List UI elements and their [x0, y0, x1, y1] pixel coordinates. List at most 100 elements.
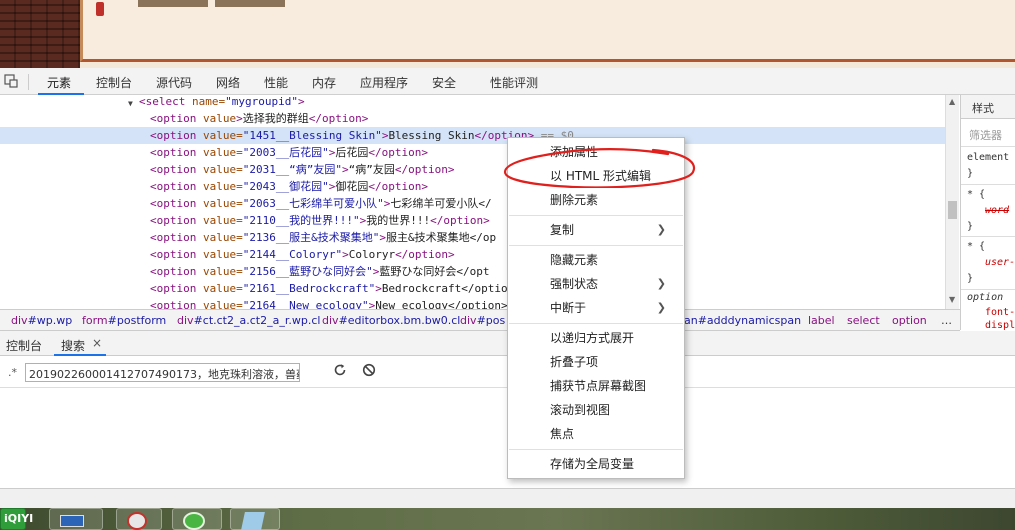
- tree-node-option[interactable]: <option value="2043__御花园">御花园</option>: [0, 178, 945, 195]
- menu-item-delete-element[interactable]: 删除元素: [508, 188, 684, 212]
- breadcrumb-item[interactable]: div#pos: [460, 314, 505, 327]
- tree-node-option[interactable]: <option value="2063__七彩绵羊可爱小队">七彩绵羊可爱小队<…: [0, 195, 945, 212]
- markup-token: <option: [150, 248, 197, 261]
- context-menu: 添加属性 以 HTML 形式编辑 删除元素 复制 ❯ 隐藏元素 强制状态 ❯ 中断于…: [507, 137, 685, 479]
- search-input[interactable]: 20190226000141270749017​3，地克珠利溶液，兽药: [25, 363, 300, 382]
- option-markup: <option value="2031__“病”友园">“病”友园</optio…: [150, 161, 454, 178]
- tree-node-option[interactable]: <option value="2161__Bedrockcraft">Bedro…: [0, 280, 945, 297]
- taskbar-app-iqiyi[interactable]: iQIYI: [0, 508, 33, 530]
- markup-token: >: [375, 282, 382, 295]
- scroll-thumb[interactable]: [948, 201, 957, 219]
- tab-sources[interactable]: 源代码: [156, 74, 192, 91]
- markup-token: value: [196, 146, 237, 159]
- style-property[interactable]: font-: [985, 307, 1015, 318]
- style-rule-text: element: [967, 152, 1010, 163]
- option-markup: <option value="2110__我的世界!!!">我的世界!!!</o…: [150, 212, 490, 229]
- style-rule-text: }: [967, 168, 974, 179]
- breadcrumb-item[interactable]: div#editorbox.bm.bw0.cl: [322, 314, 460, 327]
- markup-token: </option>: [395, 248, 455, 261]
- drawer-tab-console[interactable]: 控制台: [6, 337, 42, 354]
- tab-security[interactable]: 安全: [432, 74, 456, 91]
- tree-node-select[interactable]: ▼ <select name="mygroupid">: [0, 95, 945, 110]
- tree-node-option[interactable]: <option value="2156__藍野ひな同好会">藍野ひな同好会</o…: [0, 263, 945, 280]
- menu-item-hide-element[interactable]: 隐藏元素: [508, 248, 684, 272]
- breadcrumb-item[interactable]: form#postform: [82, 314, 166, 327]
- tree-scrollbar[interactable]: ▲ ▼: [945, 95, 959, 309]
- drawer-status-bar: [0, 488, 1015, 508]
- scroll-down-icon[interactable]: ▼: [949, 295, 955, 304]
- markup-token: =: [236, 129, 243, 142]
- tree-node-option[interactable]: <option value="2003__后花园">后花园</option>: [0, 144, 945, 161]
- breadcrumb-item[interactable]: div#wp.wp: [11, 314, 72, 327]
- markup-token: <option: [150, 112, 197, 125]
- tree-node-option[interactable]: <option value="2031__“病”友园">“病”友园</optio…: [0, 161, 945, 178]
- markup-token: >: [379, 231, 386, 244]
- attr-value: "1451__Blessing Skin": [242, 129, 382, 142]
- menu-item-store-global-variable[interactable]: 存储为全局变量: [508, 452, 684, 476]
- style-property[interactable]: word: [985, 205, 1009, 216]
- markup-token: <option: [150, 265, 197, 278]
- style-property[interactable]: user-: [985, 257, 1015, 268]
- menu-separator: [509, 215, 683, 216]
- menu-item-scroll-into-view[interactable]: 滚动到视图: [508, 398, 684, 422]
- refresh-icon[interactable]: [333, 363, 347, 377]
- breadcrumb-item[interactable]: select: [847, 314, 880, 327]
- markup-token: value: [196, 112, 237, 125]
- divider: [961, 236, 1015, 237]
- tab-network[interactable]: 网络: [216, 74, 240, 91]
- taskbar-app[interactable]: [230, 508, 280, 530]
- tree-node-option[interactable]: <option value="2136__服主&技术聚集地">服主&技术聚集地<…: [0, 229, 945, 246]
- menu-item-focus[interactable]: 焦点: [508, 422, 684, 446]
- breadcrumb-item[interactable]: label: [808, 314, 835, 327]
- page-button[interactable]: [215, 0, 285, 7]
- attr-name: name=: [185, 95, 226, 108]
- breadcrumb-item[interactable]: option: [892, 314, 927, 327]
- markup-token: <option: [150, 231, 197, 244]
- tab-console[interactable]: 控制台: [96, 74, 132, 91]
- taskbar-app[interactable]: [172, 508, 222, 530]
- breadcrumb-item[interactable]: an#adddynamicspan: [684, 314, 801, 327]
- breadcrumb-item[interactable]: div#ct.ct2_a.ct2_a_r.wp.cl: [177, 314, 320, 327]
- tab-styles[interactable]: 样式: [961, 95, 1015, 119]
- menu-item-collapse-children[interactable]: 折叠子项: [508, 350, 684, 374]
- tree-node-option[interactable]: <option value="2110__我的世界!!!">我的世界!!!</o…: [0, 212, 945, 229]
- close-icon[interactable]: ×: [92, 336, 102, 350]
- styles-filter-input[interactable]: 筛选器: [969, 127, 1002, 143]
- tab-application[interactable]: 应用程序: [360, 74, 408, 91]
- window-icon: [60, 515, 84, 527]
- markup-token: <option: [150, 214, 197, 227]
- clear-icon[interactable]: [362, 363, 376, 377]
- regex-toggle-icon[interactable]: .*: [8, 366, 17, 379]
- tab-memory[interactable]: 内存: [312, 74, 336, 91]
- taskbar-app[interactable]: [49, 508, 103, 530]
- attr-value: "2164__New ecology": [242, 299, 369, 309]
- tree-node-option[interactable]: <option value="1451__Blessing Skin">Bles…: [0, 127, 945, 144]
- page-button[interactable]: [138, 0, 208, 7]
- tree-node-option[interactable]: <option value>选择我的群组</option>: [0, 110, 945, 127]
- menu-item-force-state[interactable]: 强制状态 ❯: [508, 272, 684, 296]
- menu-item-expand-recursively[interactable]: 以递归方式展开: [508, 326, 684, 350]
- tab-performance[interactable]: 性能: [264, 74, 288, 91]
- scroll-up-icon[interactable]: ▲: [949, 97, 955, 106]
- devtools-tab-bar: 元素 控制台 源代码 网络 性能 内存 应用程序 安全 性能评测: [0, 68, 1015, 95]
- menu-item-add-attribute[interactable]: 添加属性: [508, 140, 684, 164]
- style-property[interactable]: displ: [985, 320, 1015, 330]
- menu-item-copy[interactable]: 复制 ❯: [508, 218, 684, 242]
- breadcrumb-more[interactable]: …: [941, 314, 952, 327]
- menu-item-edit-as-html[interactable]: 以 HTML 形式编辑: [508, 164, 684, 188]
- drawer-tab-search[interactable]: 搜索: [61, 337, 85, 354]
- tab-audits[interactable]: 性能评测: [490, 74, 538, 91]
- markup-token: >: [341, 163, 349, 176]
- markup-token: value: [196, 265, 237, 278]
- iqiyi-logo: iQIYI: [4, 512, 34, 525]
- styles-pane: 样式 筛选器 element } * { word } * { user- } …: [960, 95, 1015, 330]
- taskbar-app[interactable]: [116, 508, 162, 530]
- menu-item-break-on[interactable]: 中断于 ❯: [508, 296, 684, 320]
- tree-node-option[interactable]: <option value="2164__New ecology">New ec…: [0, 297, 945, 309]
- tree-node-option[interactable]: <option value="2144__Coloryr">Coloryr</o…: [0, 246, 945, 263]
- menu-item-capture-screenshot[interactable]: 捕获节点屏幕截图: [508, 374, 684, 398]
- markup-token: </option>: [368, 146, 428, 159]
- inspect-element-icon[interactable]: [4, 74, 18, 88]
- tab-elements[interactable]: 元素: [47, 74, 71, 91]
- app-icon: [183, 512, 205, 530]
